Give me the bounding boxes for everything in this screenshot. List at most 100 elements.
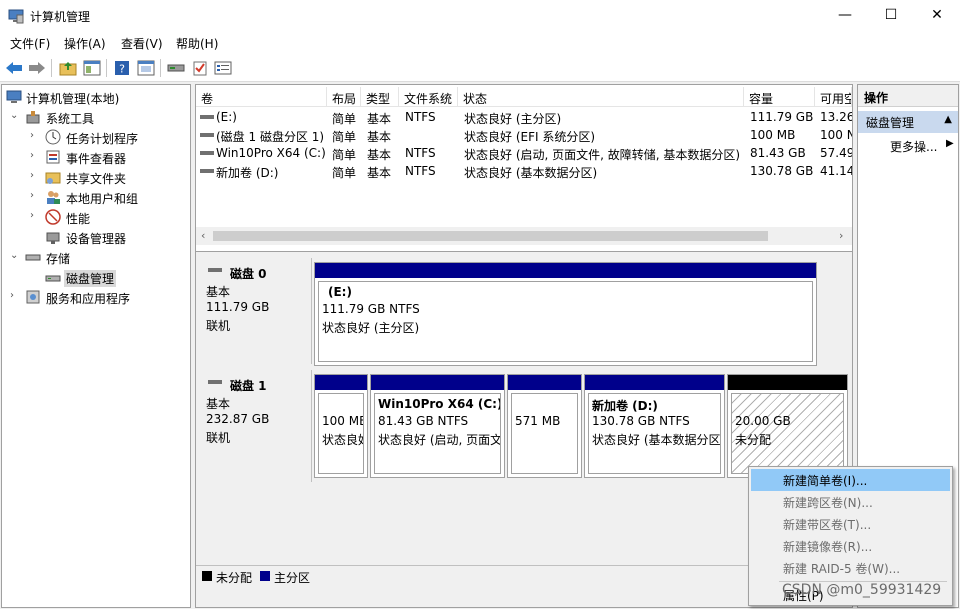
storage-icon	[25, 254, 41, 261]
volume-icon	[200, 115, 214, 119]
partition-c[interactable]: Win10Pro X64 (C:) 81.43 GB NTFS 状态良好 (启动…	[370, 374, 505, 478]
more-actions-link[interactable]: 更多操... ▶	[890, 138, 954, 155]
tools-icon	[26, 111, 40, 124]
partition-recovery[interactable]: 571 MB	[507, 374, 582, 478]
tree-item-device-manager[interactable]: 设备管理器	[2, 227, 190, 247]
table-row[interactable]: (E:) 简单 基本 NTFS 状态良好 (主分区) 111.79 GB 13.…	[196, 108, 852, 126]
properties-icon[interactable]	[213, 58, 233, 78]
partition-size: 130.78 GB NTFS	[592, 414, 690, 428]
window-title: 计算机管理	[30, 10, 91, 24]
chevron-right-icon[interactable]: ›	[30, 210, 40, 221]
volume-status: 状态良好 (启动, 页面文件, 故障转储, 基本数据分区)	[464, 148, 741, 162]
connect-icon[interactable]	[166, 58, 186, 78]
performance-icon	[45, 209, 61, 225]
column-status[interactable]: 状态	[458, 87, 744, 107]
column-type[interactable]: 类型	[361, 87, 399, 107]
volume-layout: 简单	[332, 166, 357, 180]
tree-label: 存储	[46, 252, 71, 266]
minimize-button[interactable]: —	[822, 0, 868, 31]
forward-arrow-icon[interactable]	[27, 58, 47, 78]
chevron-right-icon[interactable]: ›	[10, 290, 20, 301]
chevron-right-icon[interactable]: ›	[30, 190, 40, 201]
column-layout[interactable]: 布局	[327, 87, 361, 107]
chevron-right-icon[interactable]: ›	[30, 130, 40, 141]
tree-item-storage[interactable]: ⌄ 存储	[2, 247, 190, 267]
event-viewer-icon	[46, 150, 60, 164]
disk-type: 基本	[206, 397, 231, 411]
table-row[interactable]: (磁盘 1 磁盘分区 1) 简单 基本 状态良好 (EFI 系统分区) 100 …	[196, 126, 852, 144]
back-arrow-icon[interactable]	[4, 58, 24, 78]
partition-d[interactable]: 新加卷 (D:) 130.78 GB NTFS 状态良好 (基本数据分区	[584, 374, 725, 478]
volume-free: 13.26	[820, 110, 852, 124]
chevron-right-icon: ▶	[946, 138, 954, 149]
watermark: CSDN @m0_59931429	[782, 582, 942, 598]
volume-free: 100 N	[820, 128, 852, 142]
menu-view[interactable]: 查看(V)	[121, 35, 163, 52]
menu-item-new-simple-volume[interactable]: 新建简单卷(I)...	[751, 469, 950, 491]
services-icon	[26, 290, 40, 304]
menu-item-new-raid5-volume[interactable]: 新建 RAID-5 卷(W)...	[751, 557, 950, 579]
volume-fs: NTFS	[405, 164, 436, 178]
partition-size: 100 MB	[322, 414, 364, 428]
disk-icon	[45, 275, 61, 282]
tree-item-local-users[interactable]: › 本地用户和组	[2, 187, 190, 207]
volume-status: 状态良好 (EFI 系统分区)	[464, 130, 596, 144]
menu-item-new-mirrored-volume[interactable]: 新建镜像卷(R)...	[751, 535, 950, 557]
tree-item-event-viewer[interactable]: › 事件查看器	[2, 147, 190, 167]
scroll-left-icon[interactable]: ‹	[201, 229, 205, 242]
partition-efi[interactable]: 100 MB 状态良好	[314, 374, 368, 478]
table-row[interactable]: Win10Pro X64 (C:) 简单 基本 NTFS 状态良好 (启动, 页…	[196, 144, 852, 162]
table-row[interactable]: 新加卷 (D:) 简单 基本 NTFS 状态良好 (基本数据分区) 130.78…	[196, 162, 852, 180]
tree-item-task-scheduler[interactable]: › 任务计划程序	[2, 127, 190, 147]
disk-1-label[interactable]: 磁盘 1 基本 232.87 GB 联机	[198, 370, 312, 482]
tree-item-services[interactable]: › 服务和应用程序	[2, 287, 190, 307]
legend-unallocated-swatch	[202, 571, 212, 581]
unallocated-space[interactable]: 20.00 GB 未分配	[727, 374, 848, 478]
column-filesystem[interactable]: 文件系统	[399, 87, 458, 107]
tree-item-performance[interactable]: › 性能	[2, 207, 190, 227]
menu-help[interactable]: 帮助(H)	[176, 35, 218, 52]
check-icon[interactable]	[190, 58, 210, 78]
partition-body: 新加卷 (D:) 130.78 GB NTFS 状态良好 (基本数据分区	[588, 393, 721, 474]
disk-icon	[208, 268, 222, 272]
close-button[interactable]: ✕	[914, 0, 960, 31]
partition-e[interactable]: (E:) 111.79 GB NTFS 状态良好 (主分区)	[314, 262, 817, 366]
scroll-right-icon[interactable]: ›	[839, 229, 843, 242]
chevron-up-icon[interactable]: ▲	[944, 114, 952, 125]
menu-item-new-spanned-volume[interactable]: 新建跨区卷(N)...	[751, 491, 950, 513]
tree-item-root[interactable]: 计算机管理(本地)	[2, 87, 190, 107]
actions-section-disk-management[interactable]: 磁盘管理 ▲	[858, 111, 958, 133]
primary-partition-bar	[585, 375, 724, 390]
chevron-down-icon[interactable]: ⌄	[10, 250, 20, 261]
chevron-right-icon[interactable]: ›	[30, 150, 40, 161]
console-icon[interactable]	[136, 58, 156, 78]
partition-status: 状态良好 (启动, 页面文	[378, 433, 501, 447]
device-manager-icon	[46, 232, 60, 244]
horizontal-scrollbar[interactable]: ‹ ›	[196, 227, 852, 245]
tree-item-disk-management[interactable]: 磁盘管理	[2, 267, 190, 287]
menu-item-new-striped-volume[interactable]: 新建带区卷(T)...	[751, 513, 950, 535]
tree-item-system-tools[interactable]: ⌄ 系统工具	[2, 107, 190, 127]
disk-state: 联机	[206, 319, 231, 333]
show-tree-icon[interactable]	[82, 58, 102, 78]
column-capacity[interactable]: 容量	[744, 87, 815, 107]
volume-list: 卷 布局 类型 文件系统 状态 容量 可用空 (E:) 简单 基本 NTFS 状…	[196, 85, 852, 248]
volume-status: 状态良好 (主分区)	[464, 112, 562, 126]
up-folder-icon[interactable]	[58, 58, 78, 78]
menu-file[interactable]: 文件(F)	[10, 35, 50, 52]
shared-folder-icon	[45, 172, 61, 184]
tree-item-shared-folders[interactable]: › 共享文件夹	[2, 167, 190, 187]
maximize-button[interactable]: ☐	[868, 0, 914, 31]
volume-name: Win10Pro X64 (C:)	[216, 146, 326, 160]
disk-0-label[interactable]: 磁盘 0 基本 111.79 GB 联机	[198, 258, 312, 364]
chevron-down-icon[interactable]: ⌄	[10, 110, 20, 121]
scrollbar-thumb[interactable]	[213, 231, 768, 241]
column-free[interactable]: 可用空	[815, 87, 852, 107]
partition-title: Win10Pro X64 (C:)	[378, 397, 501, 411]
column-volume[interactable]: 卷	[196, 87, 327, 107]
menu-action[interactable]: 操作(A)	[64, 35, 106, 52]
disk-size: 232.87 GB	[206, 412, 270, 426]
chevron-right-icon[interactable]: ›	[30, 170, 40, 181]
volume-icon	[200, 151, 214, 155]
help-icon[interactable]: ?	[112, 58, 132, 78]
